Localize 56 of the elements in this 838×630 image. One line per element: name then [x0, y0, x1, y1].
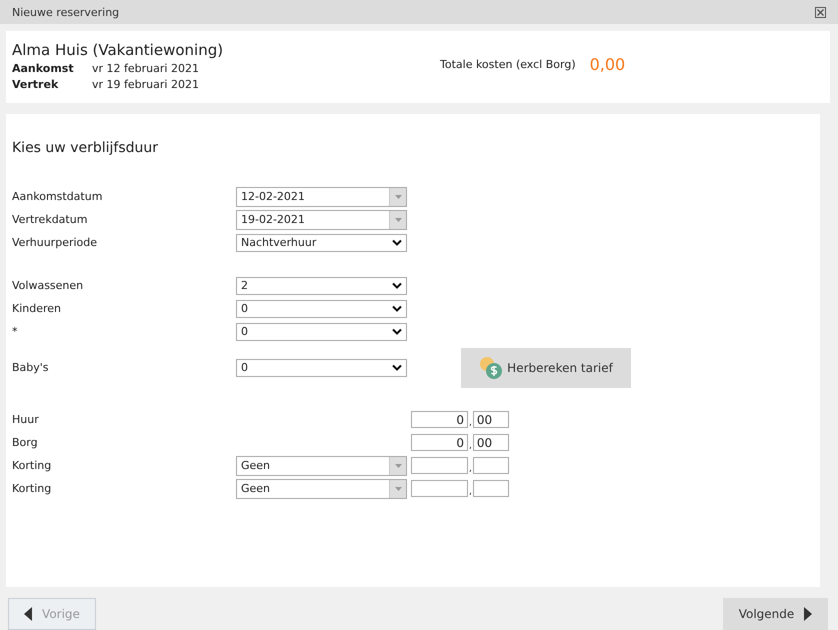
dropdown-arrow-icon	[394, 194, 402, 199]
dropdown-arrow-icon	[394, 486, 402, 491]
dropdown[interactable]: 0	[236, 300, 407, 318]
field-label: Aankomstdatum	[12, 190, 104, 204]
dropdown-arrow-icon	[394, 218, 402, 222]
decimal-separator: ,	[468, 464, 473, 474]
dropdown-arrow-icon	[394, 464, 402, 468]
departure-label: Vertrek	[12, 76, 60, 93]
next-button[interactable]: Volgende	[723, 598, 828, 630]
amount-decimal-field[interactable]: 00	[472, 411, 509, 428]
window-title: Nieuwe reservering	[12, 6, 120, 18]
field-label: Vertrekdatum	[12, 213, 88, 226]
date-field[interactable]: 12-02-2021	[236, 186, 407, 207]
decimal-separator: ,	[468, 418, 473, 428]
amount-whole-field[interactable]: 0	[411, 434, 468, 452]
chevron-down-icon	[392, 364, 402, 372]
field-label: Kinderen	[12, 302, 62, 316]
dropdown[interactable]: 2	[236, 276, 407, 295]
chevron-down-icon	[392, 239, 402, 246]
arrival-date: vr 12 februari 2021	[92, 60, 199, 77]
amount-decimal-field[interactable]	[472, 480, 509, 498]
arrival-label: Aankomst	[12, 60, 75, 77]
field-label: Baby's	[12, 361, 50, 374]
amount-decimal-field[interactable]	[472, 457, 509, 474]
amount-whole-field[interactable]	[411, 480, 468, 498]
amount-decimal-field[interactable]: 00	[472, 434, 509, 452]
date-field[interactable]: 19-02-2021	[236, 210, 407, 230]
recalculate-button[interactable]: Herbereken tarief	[461, 348, 631, 388]
right-arrow-icon	[804, 607, 812, 621]
total-label: Totale kosten (excl Borg)	[440, 58, 576, 72]
discount-dropdown[interactable]: Geen	[236, 478, 407, 499]
chevron-down-icon	[392, 305, 402, 312]
amount-whole-field[interactable]: 0	[411, 411, 468, 428]
field-label: Huur	[12, 413, 40, 426]
dropdown[interactable]: 0	[236, 322, 407, 341]
close-icon[interactable]	[815, 6, 826, 18]
field-label: Borg	[12, 436, 39, 450]
left-arrow-icon	[24, 607, 32, 621]
decimal-separator: ,	[468, 441, 473, 452]
section-title: Kies uw verblijfsduur	[12, 140, 160, 156]
departure-date: vr 19 februari 2021	[92, 76, 199, 93]
field-label: *	[12, 325, 18, 338]
property-name: Alma Huis (Vakantiewoning)	[12, 40, 224, 59]
dropdown[interactable]: Nachtverhuur	[236, 234, 407, 252]
field-label: Verhuurperiode	[12, 236, 98, 250]
chevron-down-icon	[392, 282, 402, 290]
field-label: Korting	[12, 482, 52, 496]
chevron-down-icon	[392, 328, 402, 336]
amount-whole-field[interactable]	[411, 457, 468, 474]
discount-dropdown[interactable]: Geen	[236, 456, 407, 476]
field-label: Volwassenen	[12, 279, 84, 292]
total-amount: 0,00	[590, 55, 626, 74]
dropdown[interactable]: 0	[236, 358, 407, 377]
coins-icon	[479, 356, 504, 380]
field-label: Korting	[12, 459, 52, 472]
decimal-separator: ,	[468, 487, 473, 498]
